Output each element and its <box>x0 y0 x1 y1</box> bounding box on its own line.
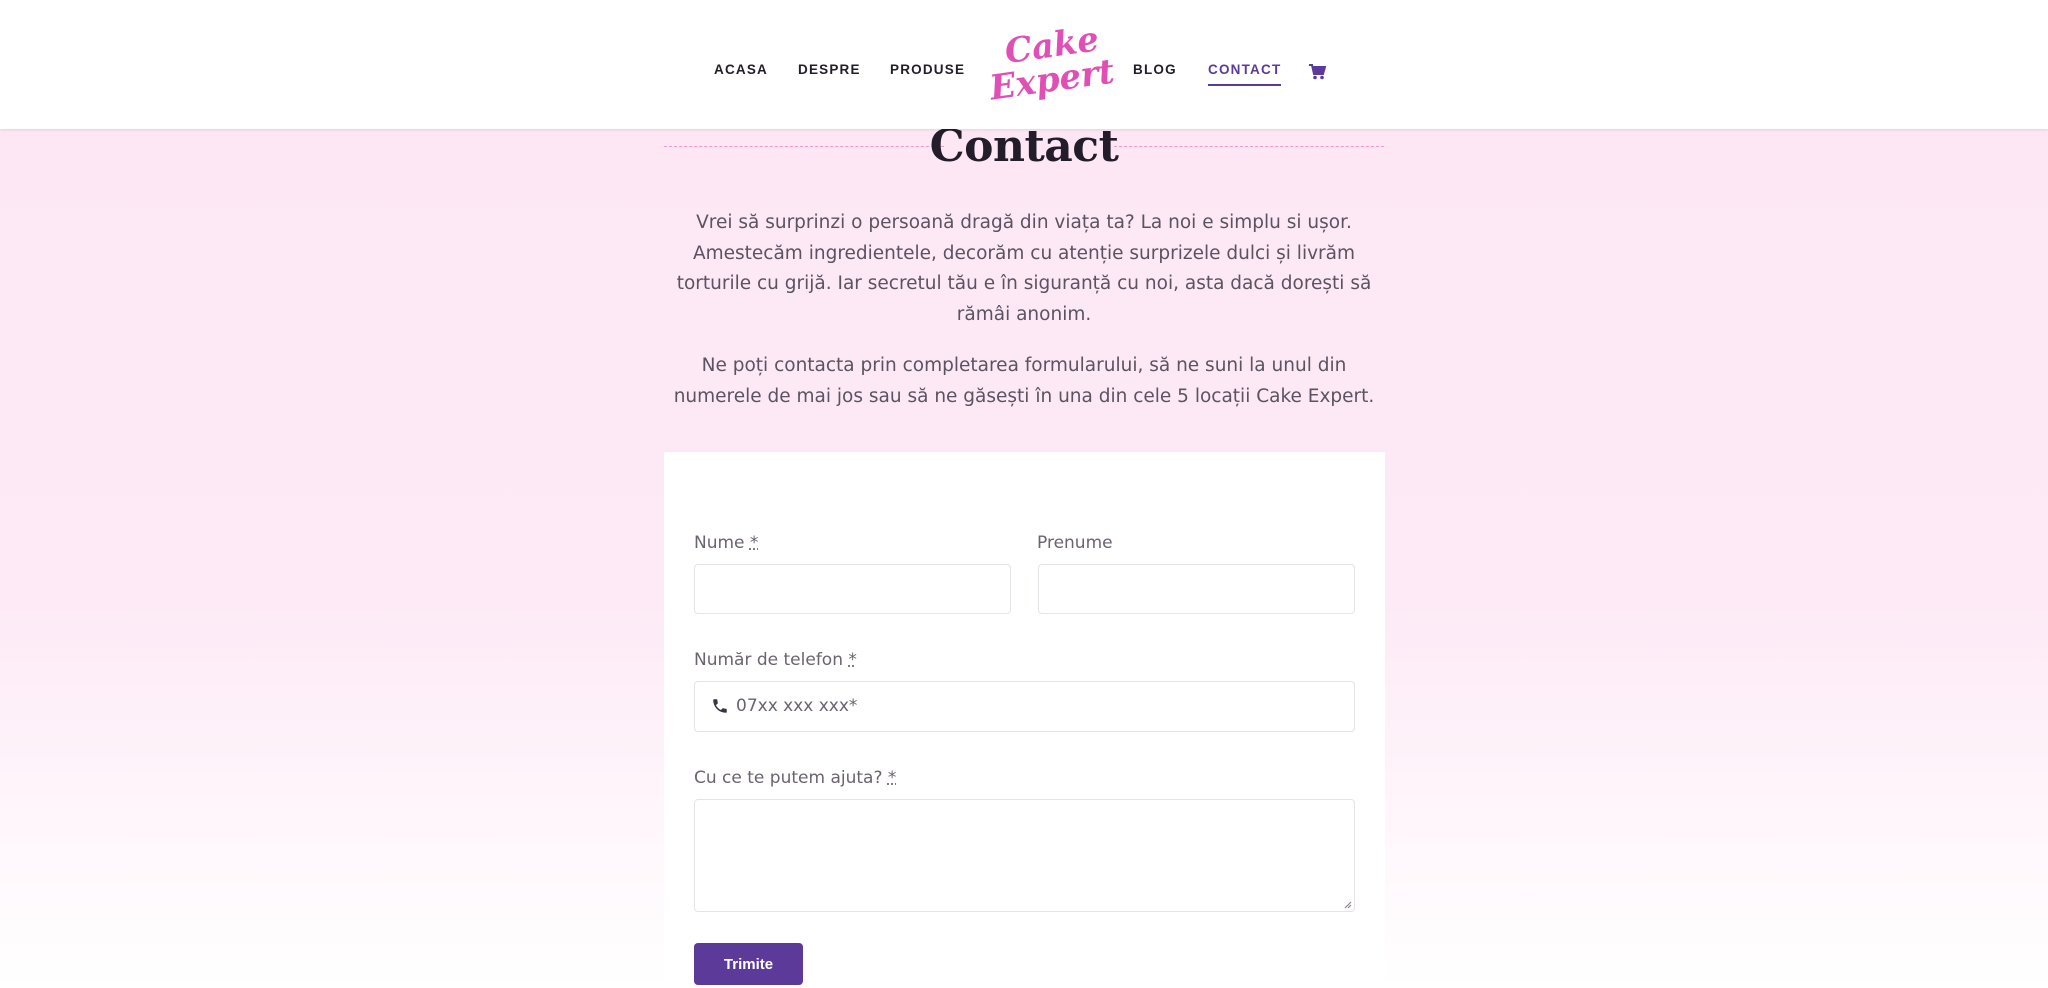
contact-form: Nume * Prenume Număr de telefon * 07xx x… <box>664 452 1385 988</box>
intro-paragraph-2: Ne poți contacta prin completarea formul… <box>673 355 1375 407</box>
prenume-label: Prenume <box>1037 533 1113 553</box>
nav-item-blog[interactable]: BLOG <box>1133 62 1177 77</box>
main-nav: ACASA DESPRE PRODUSE Cake Expert BLOG CO… <box>0 0 2048 129</box>
mesaj-label-text: Cu ce te putem ajuta? <box>694 768 883 788</box>
mesaj-label: Cu ce te putem ajuta? * <box>694 768 896 788</box>
telefon-placeholder: 07xx xxx xxx* <box>736 696 858 716</box>
telefon-label-text: Număr de telefon <box>694 650 843 670</box>
nume-field[interactable] <box>694 564 1011 614</box>
resize-handle-icon[interactable] <box>1342 899 1352 909</box>
telefon-field[interactable]: 07xx xxx xxx* <box>694 681 1355 732</box>
intro-text: Vrei să surprinzi o persoană dragă din v… <box>664 208 1384 412</box>
nav-item-despre[interactable]: DESPRE <box>798 62 861 77</box>
phone-icon <box>713 699 727 713</box>
submit-button[interactable]: Trimite <box>694 943 803 985</box>
site-header: ACASA DESPRE PRODUSE Cake Expert BLOG CO… <box>0 0 2048 129</box>
prenume-field[interactable] <box>1038 564 1355 614</box>
required-mark: * <box>749 533 759 553</box>
telefon-label: Număr de telefon * <box>694 650 857 670</box>
nume-label-text: Nume <box>694 533 745 553</box>
nume-label: Nume * <box>694 533 758 553</box>
mesaj-textarea[interactable] <box>694 799 1355 912</box>
required-mark: * <box>887 768 897 788</box>
shopping-cart-icon[interactable] <box>1309 64 1326 80</box>
nav-item-contact[interactable]: CONTACT <box>1208 62 1282 86</box>
nav-item-acasa[interactable]: ACASA <box>714 62 768 77</box>
nav-item-produse[interactable]: PRODUSE <box>890 62 965 77</box>
required-mark: * <box>848 650 857 670</box>
intro-paragraph-1: Vrei să surprinzi o persoană dragă din v… <box>676 212 1372 325</box>
cake-expert-logo[interactable]: Cake Expert <box>983 19 1117 118</box>
